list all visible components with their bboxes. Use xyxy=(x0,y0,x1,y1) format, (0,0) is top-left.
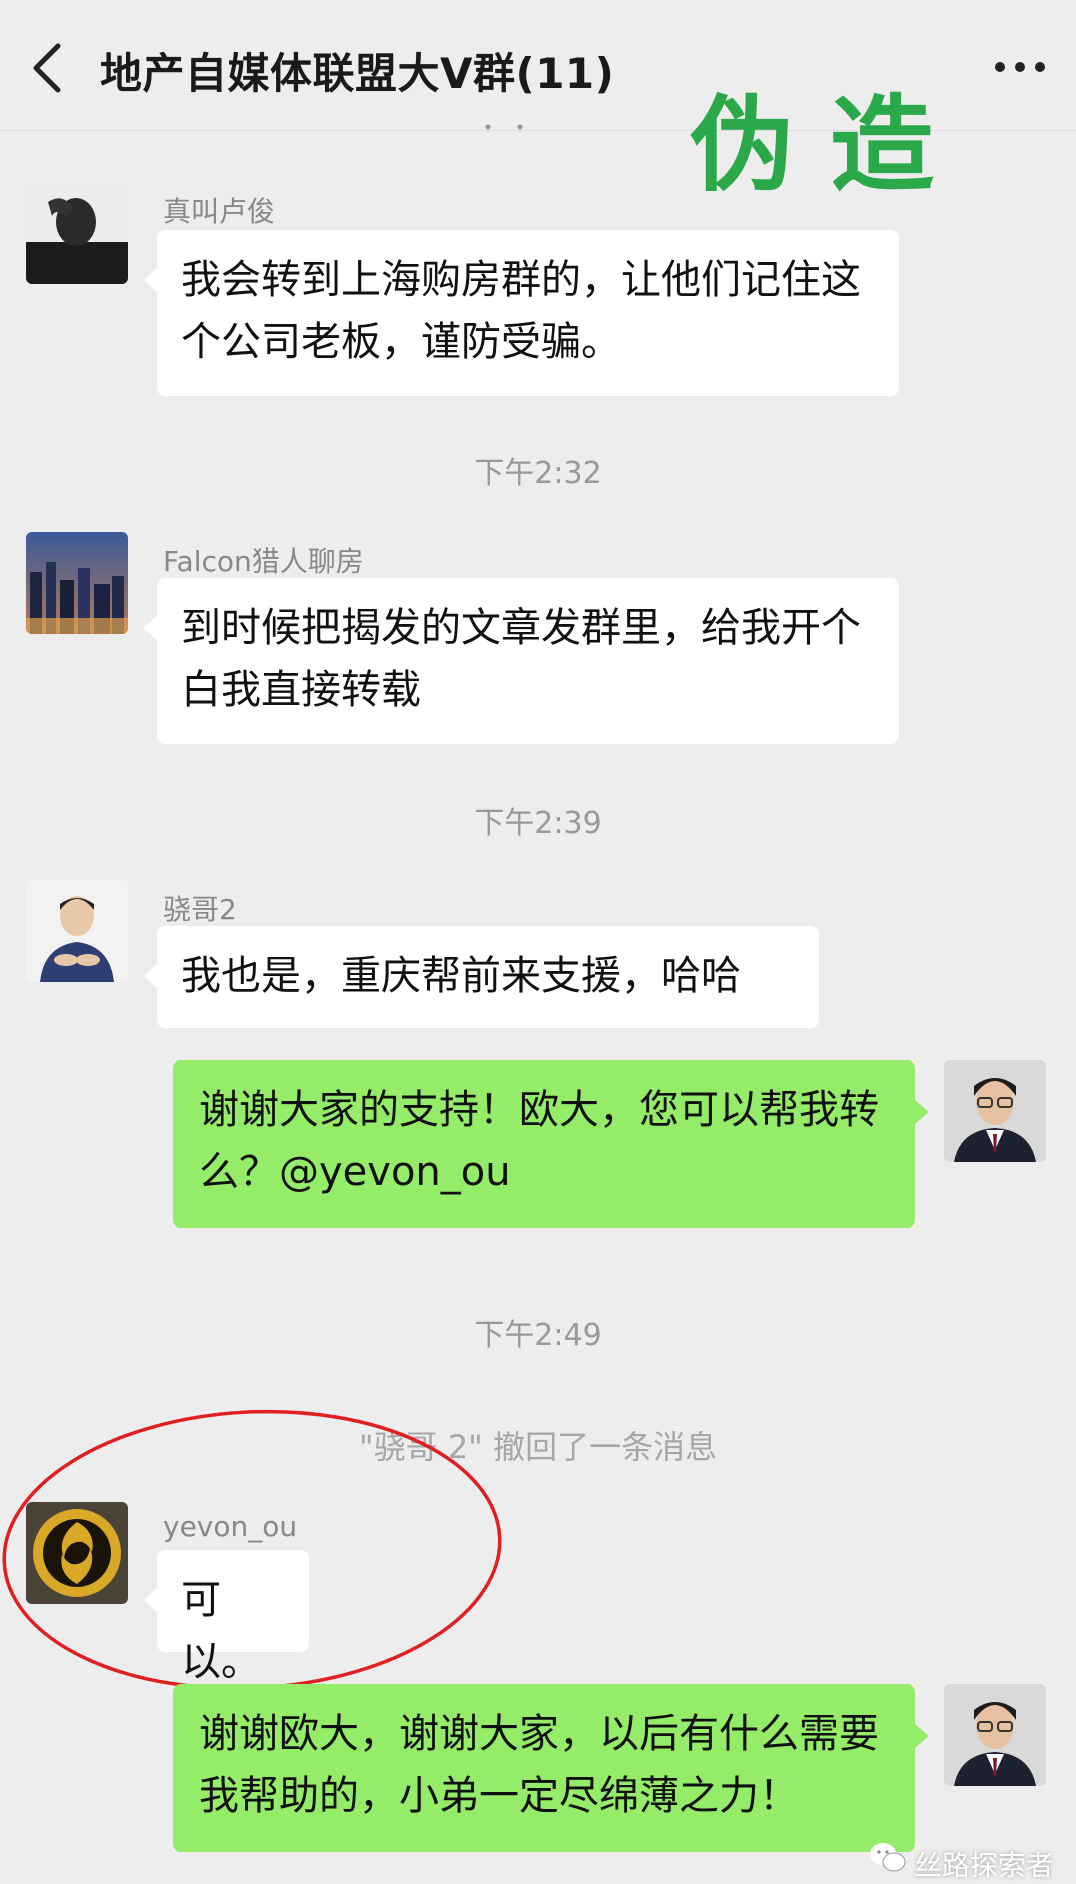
timestamp: 下午2:32 xyxy=(474,456,602,491)
person-photo-icon xyxy=(944,1684,1046,1786)
chat-title: 地产自媒体联盟大V群(11) xyxy=(100,49,615,98)
golden-emblem-icon xyxy=(26,1502,128,1604)
avatar-sender-3[interactable] xyxy=(26,880,128,982)
person-photo-icon xyxy=(26,182,128,284)
person-photo-icon xyxy=(944,1060,1046,1162)
city-photo-icon xyxy=(26,532,128,634)
sender-name: 真叫卢俊 xyxy=(163,195,276,228)
person-photo-icon xyxy=(26,880,128,982)
chevron-left-icon xyxy=(33,43,61,93)
message-bubble-self[interactable]: 谢谢欧大，谢谢大家，以后有什么需要我帮助的，小弟一定尽绵薄之力！ xyxy=(173,1684,929,1852)
scroll-indicator xyxy=(485,124,523,130)
wechat-icon xyxy=(870,1843,906,1872)
timestamp: 下午2:49 xyxy=(474,1318,602,1353)
avatar-sender-2[interactable] xyxy=(26,532,128,634)
message-bubble[interactable]: 我会转到上海购房群的，让他们记住这个公司老板，谨防受骗。 xyxy=(143,230,899,396)
avatar-sender-1[interactable] xyxy=(26,182,128,284)
avatar-self[interactable] xyxy=(944,1684,1046,1786)
message-bubble[interactable]: 可以。 xyxy=(143,1550,309,1685)
forged-stamp: 伪造 xyxy=(690,83,971,206)
more-icon xyxy=(995,62,1045,72)
message-bubble[interactable]: 到时候把揭发的文章发群里，给我开个白我直接转载 xyxy=(143,578,899,744)
back-button[interactable] xyxy=(22,36,72,100)
watermark-text: 丝路探索者 xyxy=(914,1849,1055,1882)
timestamp: 下午2:39 xyxy=(474,806,602,841)
sender-name: yevon_ou xyxy=(163,1510,298,1543)
message-bubble-self[interactable]: 谢谢大家的支持！欧大，您可以帮我转么？@yevon_ou xyxy=(173,1060,929,1228)
sender-name: Falcon猎人聊房 xyxy=(163,545,364,578)
more-button[interactable] xyxy=(992,52,1048,82)
sender-name: 骁哥2 xyxy=(163,893,237,926)
avatar-sender-yevon[interactable] xyxy=(26,1502,128,1604)
message-bubble[interactable]: 我也是，重庆帮前来支援，哈哈 xyxy=(143,926,819,1028)
avatar-self[interactable] xyxy=(944,1060,1046,1162)
recall-notice: "骁哥 2" 撤回了一条消息 xyxy=(358,1428,718,1466)
